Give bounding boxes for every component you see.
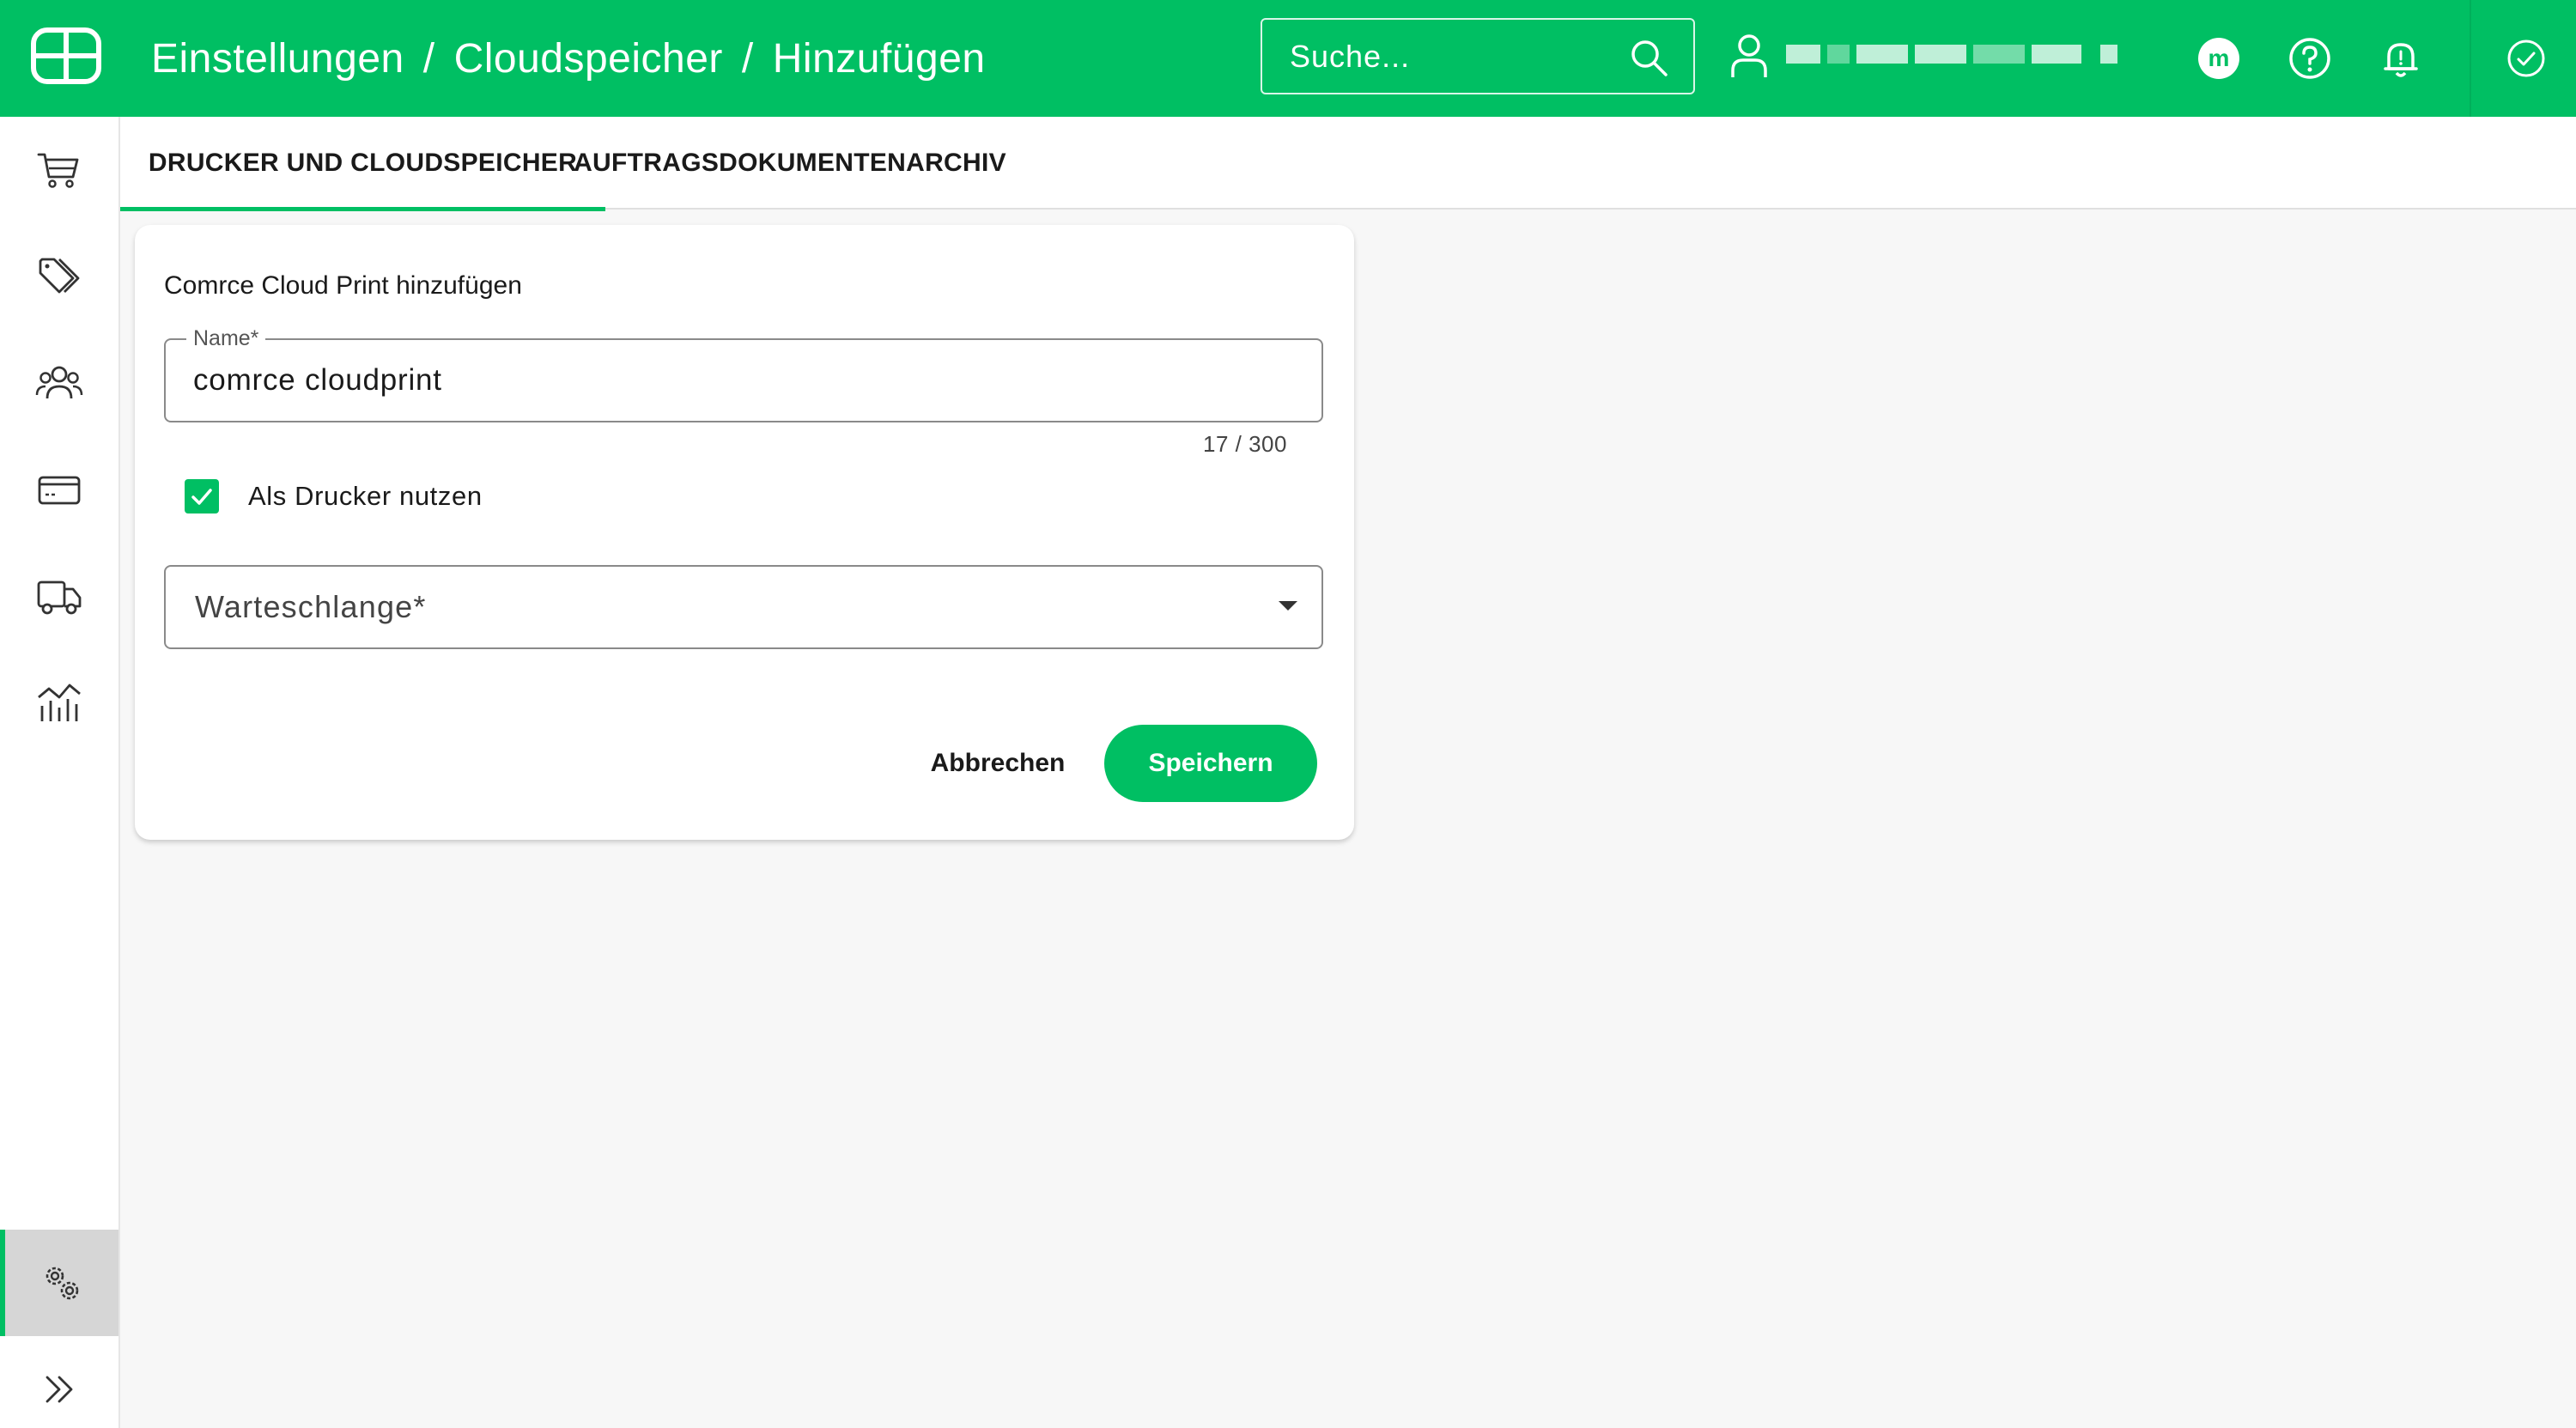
breadcrumb-item-add: Hinzufügen <box>772 35 986 82</box>
sidebar <box>0 117 120 1428</box>
breadcrumb-separator: / <box>422 35 435 82</box>
sidebar-item-payments[interactable] <box>0 436 118 543</box>
tags-icon <box>39 258 80 294</box>
users-icon <box>35 366 83 399</box>
tab-printers-cloudstorage[interactable]: DRUCKER UND CLOUDSPEICHER <box>120 117 605 211</box>
credit-card-icon <box>38 476 81 505</box>
truck-icon <box>37 580 82 615</box>
add-cloud-print-card: Comrce Cloud Print hinzufügen Name* 17 /… <box>135 225 1354 840</box>
save-button[interactable]: Speichern <box>1104 725 1317 802</box>
printer-checkbox-label: Als Drucker nutzen <box>248 481 483 511</box>
check-circle-icon[interactable] <box>2502 34 2550 82</box>
tab-order-document-archive[interactable]: AUFTRAGSDOKUMENTENARCHIV <box>574 117 1006 210</box>
gears-icon <box>46 1267 79 1300</box>
search-box[interactable] <box>1261 18 1695 94</box>
queue-select[interactable]: Warteschlange* <box>164 565 1323 649</box>
logo-icon[interactable] <box>31 27 101 84</box>
queue-select-label: Warteschlange* <box>195 589 427 624</box>
dropdown-arrow-icon[interactable] <box>1279 601 1297 611</box>
printer-checkbox-row[interactable]: Als Drucker nutzen <box>185 479 483 513</box>
cart-icon <box>37 153 79 188</box>
sidebar-item-settings[interactable] <box>0 1230 118 1336</box>
header-divider <box>2470 0 2471 117</box>
sidebar-item-products[interactable] <box>0 223 118 330</box>
breadcrumb-separator: / <box>741 35 754 82</box>
checkmark-icon <box>191 489 212 505</box>
sidebar-item-orders[interactable] <box>0 117 118 223</box>
tab-bar: DRUCKER UND CLOUDSPEICHER AUFTRAGSDOKUME… <box>120 117 2576 211</box>
breadcrumb: Einstellungen / Cloudspeicher / Hinzufüg… <box>151 0 986 117</box>
top-bar: Einstellungen / Cloudspeicher / Hinzufüg… <box>0 0 2576 117</box>
search-icon[interactable] <box>1628 37 1669 78</box>
name-field[interactable]: Name* <box>164 326 1323 422</box>
card-title: Comrce Cloud Print hinzufügen <box>164 271 522 300</box>
name-char-counter: 17 / 300 <box>1203 431 1287 457</box>
sidebar-item-analytics[interactable] <box>0 649 118 756</box>
sidebar-item-customers[interactable] <box>0 330 118 436</box>
help-icon[interactable] <box>2286 34 2334 82</box>
sidebar-expand[interactable] <box>0 1336 118 1428</box>
printer-checkbox[interactable] <box>185 479 219 513</box>
sidebar-item-shipping[interactable] <box>0 543 118 649</box>
marketplace-icon[interactable]: m <box>2195 34 2243 82</box>
user-icon[interactable] <box>1729 33 1769 79</box>
username-redacted[interactable] <box>1786 41 2117 67</box>
notification-bell-icon[interactable] <box>2377 34 2425 82</box>
name-input[interactable] <box>193 340 1292 421</box>
svg-text:m: m <box>2208 45 2230 71</box>
search-input[interactable] <box>1290 38 1666 75</box>
breadcrumb-item-cloudstorage[interactable]: Cloudspeicher <box>454 35 723 82</box>
chart-icon <box>38 684 81 721</box>
cancel-button[interactable]: Abbrechen <box>916 725 1079 802</box>
chevrons-right-icon <box>46 1376 73 1403</box>
breadcrumb-item-settings[interactable]: Einstellungen <box>151 35 404 82</box>
